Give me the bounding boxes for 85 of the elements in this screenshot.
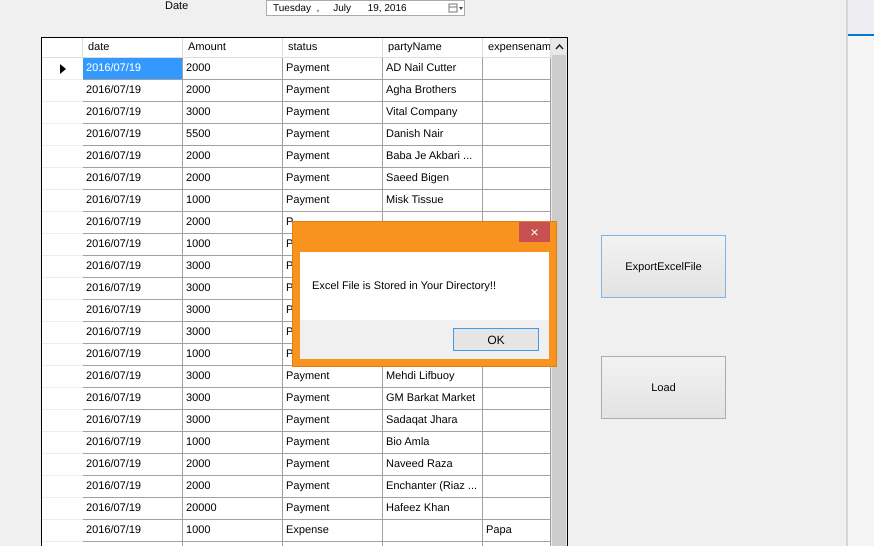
table-cell: 2016/07/19 [83, 212, 183, 234]
table-cell: Saeed Bigen [383, 168, 483, 190]
table-cell: 2016/07/19 [83, 476, 183, 498]
calendar-icon [448, 3, 464, 13]
current-row-icon [60, 64, 66, 74]
table-cell: 2000 [183, 146, 283, 168]
table-cell: 2016/07/19 [83, 300, 183, 322]
table-cell: 2016/07/19 [83, 190, 183, 212]
table-cell: 3000 [183, 388, 283, 410]
table-cell: 1000 [183, 234, 283, 256]
table-cell: Payment [283, 168, 383, 190]
column-header[interactable]: partyName [383, 38, 483, 58]
table-cell: 2016/07/19 [83, 58, 183, 80]
table-cell: 2016/07/19 [83, 168, 183, 190]
close-button[interactable]: × [519, 222, 550, 242]
table-cell: 2016/07/19 [83, 80, 183, 102]
table-cell: 2016/07/19 [83, 520, 183, 542]
table-cell: 1000 [183, 344, 283, 366]
action-button[interactable]: Load [601, 356, 726, 419]
table-cell: Payment [283, 388, 383, 410]
table-cell: 2016/07/19 [83, 102, 183, 124]
table-cell: 2000 [183, 212, 283, 234]
table-cell: Payment [283, 190, 383, 212]
table-cell: 3000 [183, 102, 283, 124]
table-cell: 20000 [183, 498, 283, 520]
table-cell: 1000 [183, 432, 283, 454]
table-cell: Payment [283, 80, 383, 102]
table-cell: 3000 [183, 300, 283, 322]
table-cell: Payment [283, 124, 383, 146]
table-cell: Payment [283, 58, 383, 80]
table-cell: Payment [283, 498, 383, 520]
table-cell: 3000 [183, 322, 283, 344]
table-cell: Payment [283, 476, 383, 498]
table-cell: 2000 [183, 80, 283, 102]
table-cell: Agha Brothers [383, 80, 483, 102]
table-cell: Payment [283, 410, 383, 432]
table-cell: Payment [283, 102, 383, 124]
table-cell: 2016/07/19 [83, 498, 183, 520]
table-cell: 2016/07/19 [83, 322, 183, 344]
table-cell: Expense [283, 520, 383, 542]
table-cell: 2016/07/19 [83, 410, 183, 432]
date-label: Date [165, 0, 190, 12]
table-cell: Enchanter (Riaz ... [383, 476, 483, 498]
table-cell: 3000 [183, 410, 283, 432]
column-header[interactable]: Amount [183, 38, 283, 58]
table-cell: 2016/07/19 [83, 432, 183, 454]
table-cell: 2000 [183, 168, 283, 190]
table-cell: 1000 [183, 190, 283, 212]
table-cell: 2016/07/19 [83, 278, 183, 300]
table-cell: 2016/07/19 [83, 234, 183, 256]
table-cell: GM Barkat Market [383, 388, 483, 410]
table-cell: Misk Tissue [383, 190, 483, 212]
table-cell: 1000 [183, 520, 283, 542]
scroll-up-icon[interactable] [554, 44, 564, 50]
table-cell: 2000 [183, 58, 283, 80]
table-cell: Hafeez Khan [383, 498, 483, 520]
table-cell: 2016/07/19 [83, 124, 183, 146]
date-picker[interactable]: Tuesday , July 19, 2016 [266, 0, 465, 16]
table-cell: Baba Je Akbari ... [383, 146, 483, 168]
table-cell: Payment [283, 146, 383, 168]
table-cell: Danish Nair [383, 124, 483, 146]
table-cell: 2016/07/19 [83, 454, 183, 476]
action-button[interactable]: ExportExcelFile [601, 235, 726, 298]
table-cell: 2016/07/19 [83, 344, 183, 366]
column-header[interactable]: date [83, 38, 183, 58]
table-cell: 2016/07/19 [83, 366, 183, 388]
table-cell: Sadaqat Jhara [383, 410, 483, 432]
table-cell: 2016/07/19 [83, 256, 183, 278]
column-header[interactable]: status [283, 38, 383, 58]
table-cell: 2000 [183, 476, 283, 498]
table-cell: 3000 [183, 256, 283, 278]
table-cell: 3000 [183, 278, 283, 300]
table-cell: Payment [283, 454, 383, 476]
column-header[interactable]: expensenam [483, 38, 551, 58]
table-cell: Vital Company [383, 102, 483, 124]
table-cell: AD Nail Cutter [383, 58, 483, 80]
table-cell: 2016/07/19 [83, 388, 183, 410]
table-cell: Bio Amla [383, 432, 483, 454]
table-cell: Naveed Raza [383, 454, 483, 476]
table-cell: 5500 [183, 124, 283, 146]
table-cell: 3000 [183, 366, 283, 388]
table-cell: 2000 [183, 454, 283, 476]
ok-button[interactable]: OK [453, 328, 539, 351]
table-cell: 2016/07/19 [83, 146, 183, 168]
table-cell: Payment [283, 432, 383, 454]
